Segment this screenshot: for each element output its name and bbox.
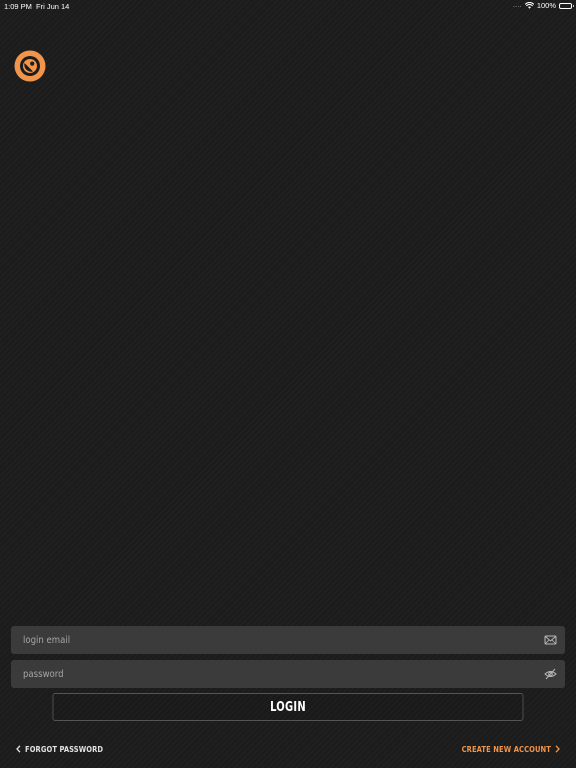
battery-icon: [559, 2, 574, 9]
battery-percent: 100%: [536, 1, 556, 10]
status-indicators: .... 100%: [513, 1, 574, 10]
password-field[interactable]: [11, 660, 565, 688]
email-field[interactable]: [11, 626, 565, 654]
create-account-label: CREATE NEW ACCOUNT: [461, 744, 551, 754]
chevron-left-icon: [16, 745, 21, 753]
signal-dots: ....: [513, 2, 522, 9]
forgot-password-link[interactable]: FORGOT PASSWORD: [16, 743, 103, 755]
envelope-icon: [544, 634, 557, 646]
status-date: Fri Jun 14: [36, 2, 70, 11]
app-logo-icon: [14, 50, 46, 82]
create-account-link[interactable]: CREATE NEW ACCOUNT: [462, 743, 560, 755]
status-bar: 1:09 PM Fri Jun 14 .... 100%: [0, 0, 576, 12]
forgot-password-label: FORGOT PASSWORD: [25, 744, 104, 754]
status-time: 1:09 PM: [4, 2, 32, 11]
wifi-icon: [524, 2, 534, 9]
password-input[interactable]: [11, 660, 565, 688]
login-button[interactable]: LOGIN: [52, 693, 524, 721]
chevron-right-icon: [555, 745, 560, 753]
email-input[interactable]: [11, 626, 565, 654]
eye-slash-icon[interactable]: [544, 668, 557, 680]
